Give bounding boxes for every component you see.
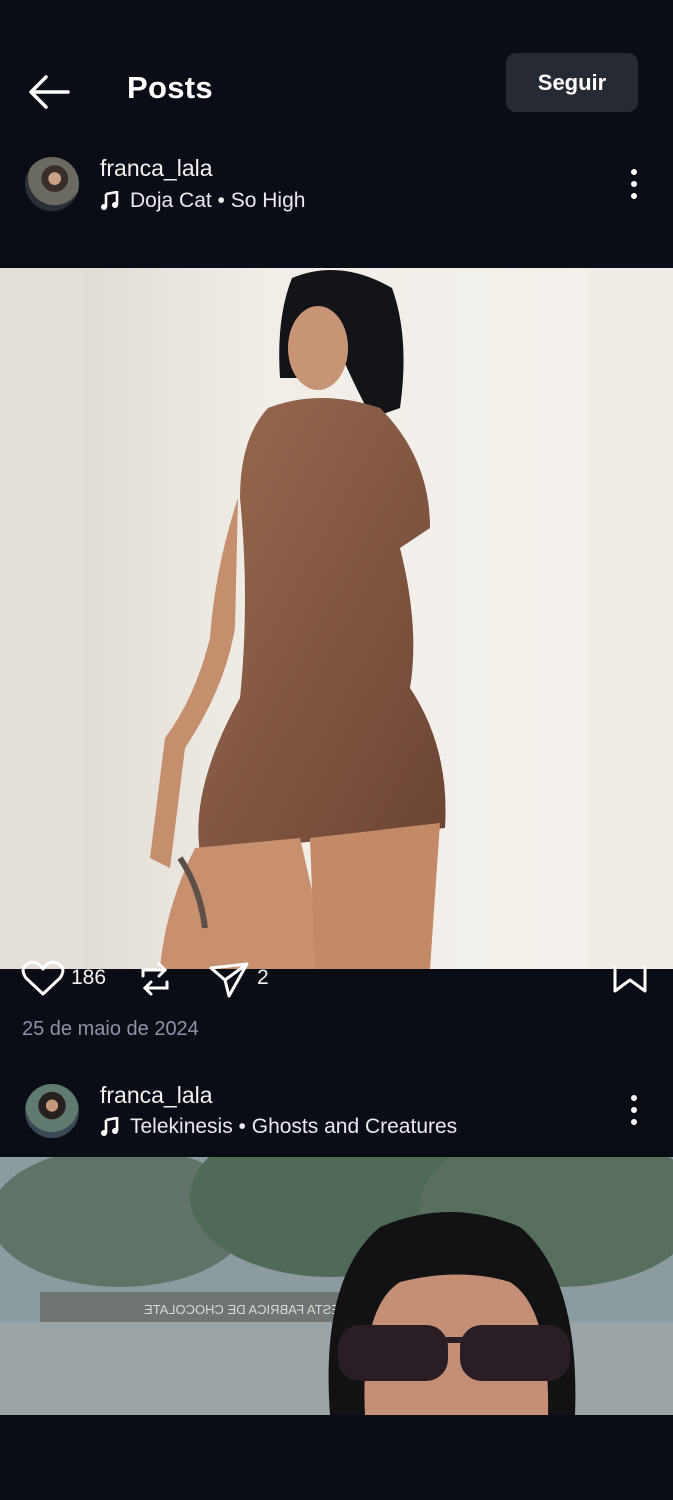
music-label: Doja Cat • So High	[130, 189, 306, 212]
like-count: 186	[71, 966, 107, 989]
post-image[interactable]: ESTA FABRICA DE CHOCOLATE	[0, 1157, 673, 1415]
back-arrow-icon	[29, 75, 70, 109]
photo-sign-text: ESTA FABRICA DE CHOCOLATE	[144, 1302, 340, 1317]
bookmark-icon[interactable]	[612, 960, 648, 994]
more-vertical-icon	[631, 1095, 637, 1125]
share-count: 2	[257, 966, 269, 989]
post-music[interactable]: Telekinesis • Ghosts and Creatures	[100, 1115, 457, 1139]
post-photo: ESTA FABRICA DE CHOCOLATE	[0, 1157, 673, 1415]
music-note-icon	[101, 1117, 119, 1136]
post-photo	[0, 268, 673, 969]
follow-button[interactable]: Seguir	[506, 53, 638, 112]
more-options-button[interactable]	[624, 166, 644, 202]
avatar[interactable]	[25, 157, 79, 211]
avatar[interactable]	[25, 1084, 79, 1138]
back-button[interactable]	[26, 72, 72, 112]
heart-icon[interactable]	[21, 960, 65, 996]
post-music[interactable]: Doja Cat • So High	[100, 189, 305, 213]
send-icon[interactable]	[207, 960, 251, 998]
post-username[interactable]: franca_lala	[100, 155, 213, 182]
post-date: 25 de maio de 2024	[22, 1018, 199, 1040]
repost-icon[interactable]	[137, 960, 173, 998]
post-username[interactable]: franca_lala	[100, 1082, 213, 1109]
more-vertical-icon	[631, 169, 637, 199]
page-title: Posts	[127, 70, 213, 105]
music-note-icon	[101, 191, 119, 210]
post-image[interactable]	[0, 268, 673, 969]
music-label: Telekinesis • Ghosts and Creatures	[130, 1115, 458, 1138]
more-options-button[interactable]	[624, 1092, 644, 1128]
